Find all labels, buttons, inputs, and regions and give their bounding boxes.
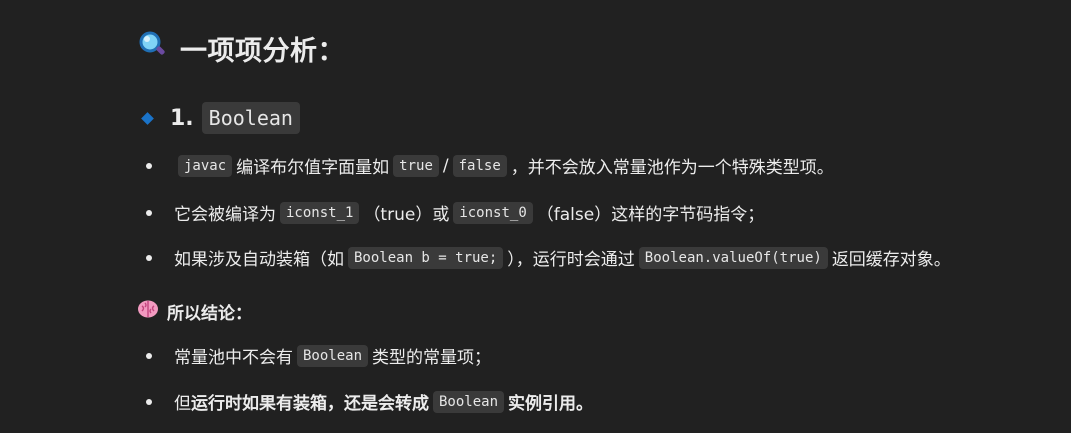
list-item: 常量池中不会有 Boolean 类型的常量项； [146,343,491,368]
bullet-dot [146,162,152,169]
list-item: 但 运行时如果有装箱，还是会转成 Boolean 实例引用。 [146,389,593,414]
bullet-dot [146,254,152,261]
bold-text: 实例引用。 [508,394,594,414]
list-text: 它会被编译为 [174,205,276,225]
inline-code: iconst_0 [453,201,533,224]
bullet-dot [146,398,152,405]
inline-code: true [393,154,439,177]
list-text: 常量池中不会有 [174,348,293,368]
conclusion-heading: 所以结论： [137,298,252,325]
item-number: 1. [170,105,194,131]
list-text: / [442,155,449,176]
list-item: javac 编译布尔值字面量如 true / false ，并不会放入常量池作为… [146,153,834,178]
brain-icon [137,298,159,325]
list-item: 如果涉及自动装箱（如 Boolean b = true; ），运行时会通过 Bo… [146,245,951,270]
list-text: 返回缓存对象。 [831,250,951,270]
inline-code: javac [178,154,233,177]
bold-text: 运行时如果有装箱，还是会转成 [191,394,429,414]
inline-code: Boolean.valueOf(true) [638,246,828,269]
bullet-dot [146,352,152,359]
conclusion-label: 所以结论： [167,304,252,324]
section-title: 一项项分析： [180,36,345,67]
item-heading: 1. Boolean [141,102,300,134]
bullet-dot [146,209,152,216]
inline-code: Boolean [433,390,505,413]
section-heading: 一项项分析： [138,29,345,68]
list-text: ），运行时会通过 [507,250,635,270]
list-text: 类型的常量项； [372,348,492,368]
list-text: 编译布尔值字面量如 [236,158,390,178]
inline-code: false [452,154,507,177]
list-item: 它会被编译为 iconst_1 （true）或 iconst_0 （false）… [146,200,764,225]
inline-code: iconst_1 [280,201,360,224]
magnifier-icon [138,30,168,67]
item-code: Boolean [201,102,300,134]
list-text: （false）这样的字节码指令； [536,205,765,225]
list-text: （true）或 [363,205,450,225]
list-text: ，并不会放入常量池作为一个特殊类型项。 [510,158,834,178]
inline-code: Boolean b = true; [348,246,504,269]
document-page: 一项项分析： 1. Boolean javac 编译布尔值字面量如 true /… [0,0,1071,433]
list-text: 如果涉及自动装箱（如 [174,250,344,270]
inline-code: Boolean [297,344,369,367]
diamond-icon [141,111,154,125]
list-text: 但 [174,394,191,414]
